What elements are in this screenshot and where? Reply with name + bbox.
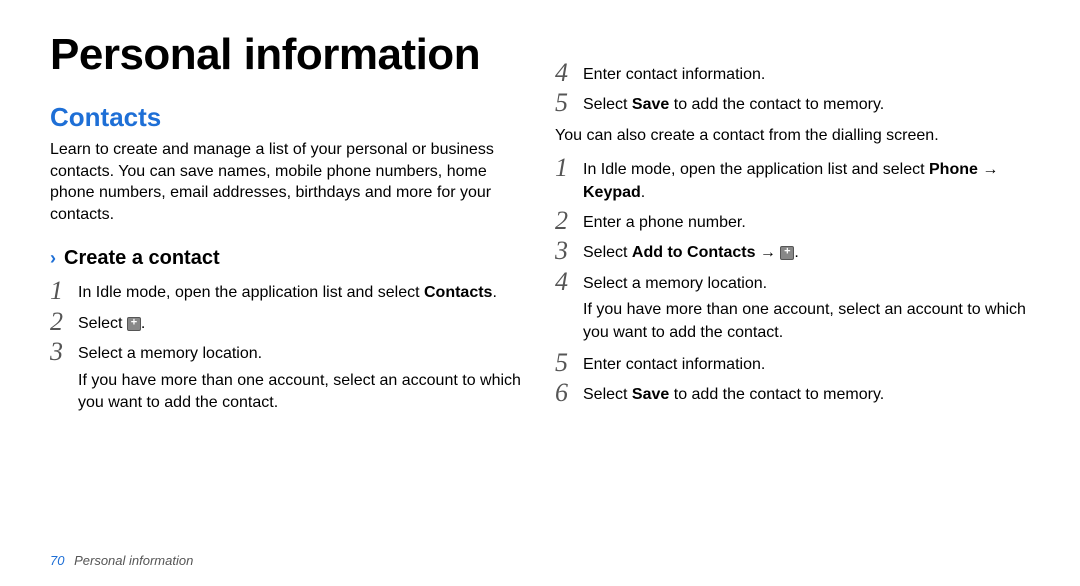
right-top-step-list: 4 Enter contact information. 5 Select Sa… [555, 60, 1030, 121]
step-b1: 1 In Idle mode, open the application lis… [555, 155, 1030, 204]
step-text: In Idle mode, open the application list … [583, 155, 1030, 204]
bold-save: Save [632, 96, 669, 113]
footer-page-number: 70 [50, 553, 64, 568]
step-b6: 6 Select Save to add the contact to memo… [555, 380, 1030, 406]
step-text: Enter a phone number. [583, 208, 746, 234]
step-number: 2 [50, 309, 78, 335]
right-bottom-step-list: 1 In Idle mode, open the application lis… [555, 155, 1030, 299]
step-text: Select . [78, 309, 145, 335]
step-number: 1 [50, 278, 78, 304]
step-number: 6 [555, 380, 583, 406]
step-number: 4 [555, 269, 583, 295]
step-1: 1 In Idle mode, open the application lis… [50, 278, 525, 304]
step-number: 5 [555, 350, 583, 376]
left-column: Personal information Contacts Learn to c… [50, 30, 525, 566]
step-b4: 4 Select a memory location. [555, 269, 1030, 295]
add-icon [127, 317, 141, 331]
text-part: . [641, 184, 645, 201]
text-part: → [755, 244, 780, 261]
step-3: 3 Select a memory location. [50, 339, 525, 365]
text-part: Select [78, 315, 127, 332]
step-b3: 3 Select Add to Contacts → . [555, 238, 1030, 264]
step-number: 5 [555, 90, 583, 116]
step-number: 2 [555, 208, 583, 234]
text-part: Select [583, 96, 632, 113]
subsection-title: Create a contact [64, 247, 220, 270]
text-part: In Idle mode, open the application list … [583, 161, 929, 178]
right-bottom-step-list-cont: 5 Enter contact information. 6 Select Sa… [555, 350, 1030, 411]
footer-text: Personal information [74, 553, 193, 568]
step-2: 2 Select . [50, 309, 525, 335]
bold-add-contacts: Add to Contacts [632, 244, 756, 261]
step-text: In Idle mode, open the application list … [78, 278, 497, 304]
step-b2: 2 Enter a phone number. [555, 208, 1030, 234]
right-column: 4 Enter contact information. 5 Select Sa… [555, 30, 1030, 566]
step-number: 3 [555, 238, 583, 264]
step-text: Select a memory location. [583, 269, 767, 295]
text-part: → [978, 161, 998, 178]
step-b4-sub: If you have more than one account, selec… [583, 299, 1030, 344]
step-text: Enter contact information. [583, 350, 765, 376]
step-4: 4 Enter contact information. [555, 60, 1030, 86]
bold-keypad: Keypad [583, 184, 641, 201]
step-b5: 5 Enter contact information. [555, 350, 1030, 376]
page-content: Personal information Contacts Learn to c… [50, 30, 1030, 566]
step-text: Enter contact information. [583, 60, 765, 86]
main-title: Personal information [50, 30, 525, 80]
subsection-header: › Create a contact [50, 247, 525, 270]
continuation-text: You can also create a contact from the d… [555, 125, 1030, 147]
add-icon [780, 246, 794, 260]
step-5: 5 Select Save to add the contact to memo… [555, 90, 1030, 116]
text-part: Select [583, 244, 632, 261]
intro-text: Learn to create and manage a list of you… [50, 139, 525, 225]
step-text: Select Add to Contacts → . [583, 238, 799, 264]
text-part: to add the contact to memory. [669, 386, 884, 403]
step-text: Select Save to add the contact to memory… [583, 90, 884, 116]
text-part: . [794, 244, 798, 261]
bold-save: Save [632, 386, 669, 403]
step-number: 4 [555, 60, 583, 86]
step-3-sub: If you have more than one account, selec… [78, 370, 525, 415]
step-number: 3 [50, 339, 78, 365]
bold-phone: Phone [929, 161, 978, 178]
text-part: Select [583, 386, 632, 403]
step-text: Select Save to add the contact to memory… [583, 380, 884, 406]
text-part: In Idle mode, open the application list … [78, 284, 424, 301]
step-number: 1 [555, 155, 583, 181]
chevron-icon: › [50, 248, 56, 269]
text-part: . [492, 284, 496, 301]
text-part: to add the contact to memory. [669, 96, 884, 113]
left-step-list: 1 In Idle mode, open the application lis… [50, 278, 525, 369]
step-text: Select a memory location. [78, 339, 262, 365]
footer: 70 Personal information [50, 553, 193, 568]
section-title: Contacts [50, 102, 525, 133]
text-part: . [141, 315, 145, 332]
bold-contacts: Contacts [424, 284, 492, 301]
